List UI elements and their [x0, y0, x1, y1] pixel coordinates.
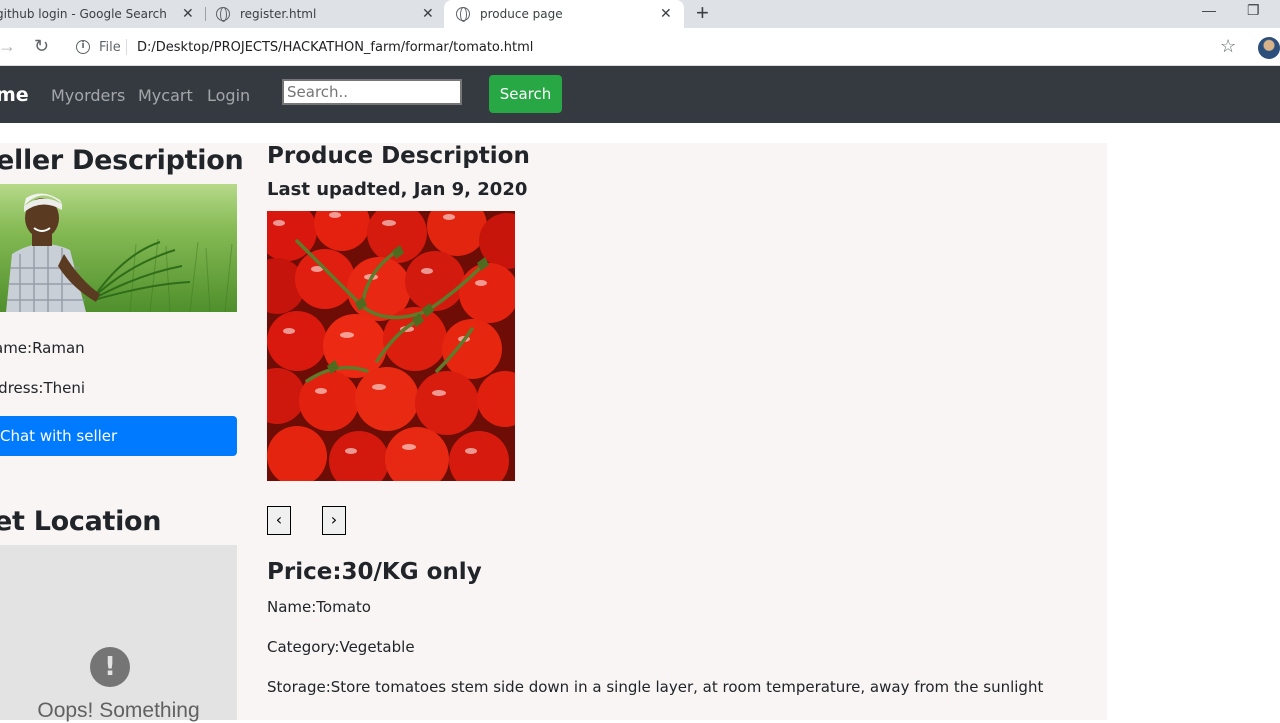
new-tab-button[interactable]: + — [696, 2, 709, 24]
nav-link-login[interactable]: Login — [207, 86, 250, 105]
tab-google-search[interactable]: github login - Google Search ✕ — [0, 0, 204, 28]
address-divider — [126, 39, 127, 55]
tab-title: github login - Google Search — [0, 7, 167, 21]
restore-button[interactable]: ❐ — [1247, 2, 1260, 19]
seller-photo — [0, 184, 237, 312]
close-icon[interactable]: ✕ — [182, 6, 194, 22]
tab-produce-page[interactable]: produce page ✕ — [444, 0, 684, 28]
reload-icon[interactable]: ↻ — [34, 36, 49, 56]
globe-icon — [216, 7, 230, 22]
search-button[interactable]: Search — [489, 75, 562, 113]
produce-storage: Storage:Store tomatoes stem side down in… — [267, 678, 1044, 696]
produce-heading: Produce Description — [267, 143, 530, 169]
browser-tab-strip: github login - Google Search ✕ register.… — [0, 0, 1280, 28]
nav-link-mycart[interactable]: Mycart — [138, 86, 193, 105]
url-field[interactable]: D:/Desktop/PROJECTS/HACKATHON_farm/forma… — [137, 40, 533, 55]
produce-category: Category:Vegetable — [267, 638, 415, 656]
seller-address: ldress:Theni — [0, 379, 86, 397]
carousel-next-button[interactable]: › — [322, 506, 346, 535]
minimize-button[interactable]: — — [1202, 2, 1216, 18]
navbar-brand[interactable]: me — [0, 84, 29, 106]
profile-avatar[interactable] — [1258, 37, 1280, 59]
error-icon: ! — [90, 647, 130, 687]
forward-arrow-icon[interactable]: → — [0, 36, 16, 56]
info-icon[interactable]: i — [76, 40, 90, 54]
last-updated: Last upadted, Jan 9, 2020 — [267, 179, 528, 200]
map-error-text: Oops! Something — [37, 699, 200, 722]
produce-price: Price:30/KG only — [267, 559, 482, 585]
close-icon[interactable]: ✕ — [660, 6, 672, 22]
globe-icon — [456, 7, 470, 22]
produce-photo — [267, 211, 515, 481]
tab-divider — [205, 7, 206, 21]
tab-title: register.html — [240, 7, 317, 21]
bookmark-star-icon[interactable]: ☆ — [1220, 36, 1236, 57]
close-icon[interactable]: ✕ — [422, 6, 434, 22]
produce-name: Name:Tomato — [267, 598, 371, 616]
map-embed[interactable] — [0, 545, 237, 720]
chat-with-seller-button[interactable]: Chat with seller — [0, 416, 237, 456]
nav-link-myorders[interactable]: Myorders — [51, 86, 125, 105]
tab-title: produce page — [480, 7, 563, 21]
address-bar: → ↻ i File D:/Desktop/PROJECTS/HACKATHON… — [0, 28, 1280, 66]
seller-heading: eller Description — [0, 145, 244, 176]
carousel-prev-button[interactable]: ‹ — [267, 506, 291, 535]
tab-register[interactable]: register.html ✕ — [216, 0, 442, 28]
scheme-label: File — [99, 40, 121, 55]
search-input[interactable] — [282, 79, 462, 105]
seller-name: ame:Raman — [0, 339, 85, 357]
location-heading: et Location — [0, 506, 162, 537]
